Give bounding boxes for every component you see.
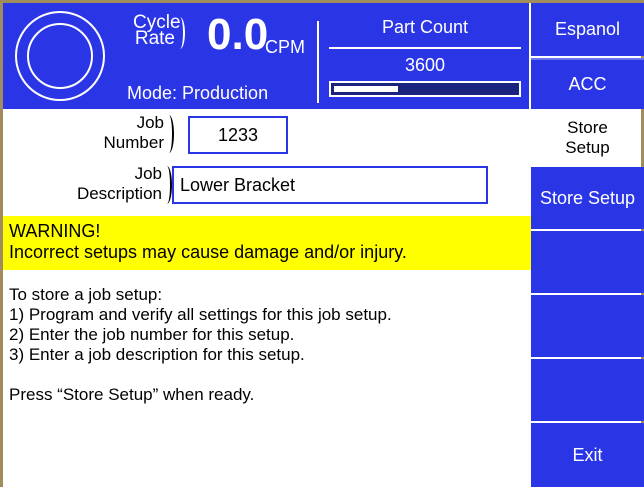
blank-softkey-1[interactable] [531, 231, 644, 293]
job-description-label-line1: Job [134, 164, 162, 183]
part-count-progress-fill [334, 86, 398, 92]
instructions: To store a job setup: 1) Program and ver… [9, 285, 524, 405]
header-divider [317, 21, 319, 103]
cycle-rate-value: 0.0 [207, 10, 269, 59]
status-header: Cycle Rate 0.0 CPM Mode: Production Part… [3, 3, 529, 109]
part-count-rule [329, 47, 521, 49]
blank-softkey-3[interactable] [531, 359, 644, 421]
cycle-rate-line2: Rate [134, 28, 175, 49]
job-number-label: Job Number [78, 113, 174, 153]
espanol-button[interactable]: Espanol [531, 3, 644, 56]
instruction-line: 2) Enter the job number for this setup. [9, 325, 295, 344]
mode-status: Mode: Production [127, 83, 269, 103]
bracket-icon [162, 166, 172, 204]
cycle-dial-icon [15, 11, 105, 101]
instruction-line [9, 365, 524, 385]
exit-button[interactable]: Exit [531, 423, 644, 487]
bracket-icon [164, 115, 174, 153]
instruction-line: 3) Enter a job description for this setu… [9, 345, 305, 364]
part-count-progress-bar [329, 81, 521, 97]
warning-text: Incorrect setups may cause damage and/or… [9, 242, 407, 262]
store-setup-button[interactable]: Store Setup [531, 167, 644, 229]
job-number-label-line1: Job [136, 113, 164, 132]
store-setup-label-line1: Store [567, 118, 608, 137]
job-description-label-line2: Description [76, 184, 162, 203]
job-description-label: Job Description [60, 164, 172, 204]
blank-softkey-2[interactable] [531, 295, 644, 357]
instruction-line: 1) Program and verify all settings for t… [9, 305, 392, 324]
job-description-field[interactable]: Lower Bracket [172, 166, 488, 204]
warning-banner: WARNING! Incorrect setups may cause dama… [3, 216, 531, 270]
cycle-dial-inner-icon [27, 23, 93, 89]
cycle-rate-label: Cycle Rate [133, 13, 185, 49]
warning-title: WARNING! [9, 221, 101, 241]
job-number-label-line2: Number [103, 133, 164, 152]
instruction-line: To store a job setup: [9, 285, 163, 304]
instruction-line: Press “Store Setup” when ready. [9, 385, 255, 404]
store-setup-screen-label: Store Setup [531, 109, 644, 167]
job-number-field[interactable]: 1233 [188, 116, 288, 154]
acc-button[interactable]: ACC [531, 58, 644, 109]
part-count-label: Part Count [381, 17, 469, 37]
bracket-icon [175, 17, 185, 49]
part-count-value: 3600 [404, 55, 446, 75]
store-setup-label-line2: Setup [565, 138, 610, 157]
cycle-rate-unit: CPM [265, 37, 305, 57]
